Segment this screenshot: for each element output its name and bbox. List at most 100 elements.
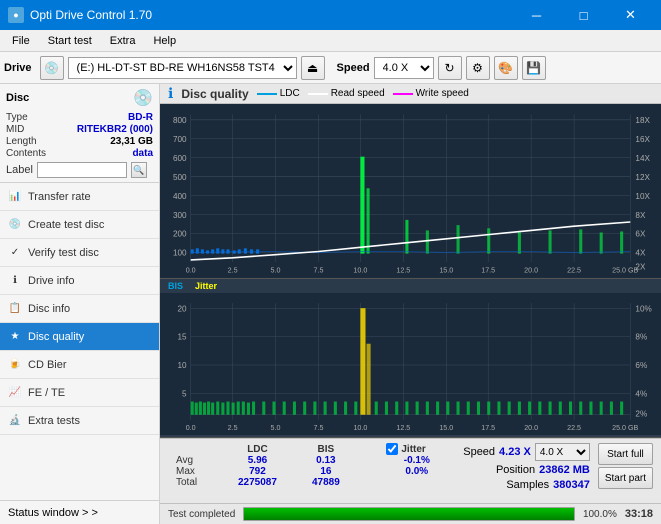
drive-select[interactable]: (E:) HL-DT-ST BD-RE WH16NS58 TST4 (68, 57, 297, 79)
disc-panel: Disc 💿 Type BD-R MID RITEKBR2 (000) Leng… (0, 84, 159, 183)
avg-jitter: -0.1% (378, 455, 455, 466)
svg-text:0.0: 0.0 (186, 424, 196, 432)
svg-text:16X: 16X (635, 134, 650, 144)
samples-label: Samples (506, 479, 549, 491)
chart-header-icon: ℹ (168, 85, 173, 102)
nav-create-test-disc[interactable]: 💿 Create test disc (0, 211, 159, 239)
max-label: Max (168, 466, 219, 477)
avg-bis: 0.13 (296, 455, 357, 466)
stats-table: LDC BIS Jitter Avg 5.9 (168, 443, 455, 488)
nav-disc-quality[interactable]: ★ Disc quality (0, 323, 159, 351)
speed-label: Speed (337, 62, 370, 74)
svg-text:2%: 2% (635, 410, 647, 419)
nav-disc-info[interactable]: 📋 Disc info (0, 295, 159, 323)
svg-text:5: 5 (182, 390, 187, 399)
bis-legend-label: BIS (168, 281, 183, 291)
max-ldc: 792 (219, 466, 295, 477)
svg-text:14X: 14X (635, 153, 650, 163)
avg-ldc: 5.96 (219, 455, 295, 466)
svg-text:800: 800 (173, 115, 187, 125)
start-part-button[interactable]: Start part (598, 467, 653, 489)
svg-text:20.0: 20.0 (524, 424, 538, 432)
legend-write-speed-color (393, 93, 413, 95)
svg-text:600: 600 (173, 153, 187, 163)
drive-icon-btn[interactable]: 💿 (40, 56, 64, 80)
stats-right-panel: Speed 4.23 X 4.0 X Position 23862 MB Sam… (463, 443, 590, 491)
disc-contents-label: Contents (6, 148, 46, 159)
nav-cd-bier[interactable]: 🍺 CD Bier (0, 351, 159, 379)
svg-text:25.0 GB: 25.0 GB (612, 266, 638, 275)
save-button[interactable]: 💾 (522, 56, 546, 80)
nav-extra-tests-label: Extra tests (28, 415, 80, 427)
nav-disc-quality-label: Disc quality (28, 331, 84, 343)
total-row: Total 2275087 47889 (168, 477, 455, 488)
svg-text:10.0: 10.0 (353, 424, 367, 432)
svg-text:20.0: 20.0 (524, 266, 538, 275)
svg-text:10%: 10% (635, 304, 651, 313)
nav-verify-test-disc-label: Verify test disc (28, 247, 99, 259)
speed-select[interactable]: 4.0 X 8.0 X (374, 57, 434, 79)
bottom-chart-area: BIS Jitter (160, 279, 661, 438)
svg-text:500: 500 (173, 172, 187, 182)
nav-create-test-disc-label: Create test disc (28, 219, 104, 231)
progress-bar-container (243, 507, 575, 521)
maximize-button[interactable]: □ (561, 0, 606, 30)
svg-text:25.0 GB: 25.0 GB (612, 424, 638, 432)
position-row: Position 23862 MB (496, 464, 590, 476)
svg-text:4%: 4% (635, 390, 647, 399)
nav-drive-info-label: Drive info (28, 275, 74, 287)
start-full-button[interactable]: Start full (598, 443, 653, 465)
create-test-disc-icon: 💿 (8, 218, 22, 232)
speed-stat-select[interactable]: 4.0 X (535, 443, 590, 461)
label-search-button[interactable]: 🔍 (131, 162, 147, 178)
time-display: 33:18 (625, 508, 653, 520)
menu-extra[interactable]: Extra (102, 33, 144, 49)
menu-bar: File Start test Extra Help (0, 30, 661, 52)
menu-file[interactable]: File (4, 33, 38, 49)
svg-text:700: 700 (173, 134, 187, 144)
refresh-button[interactable]: ↻ (438, 56, 462, 80)
disc-label-input[interactable] (37, 162, 127, 178)
position-value: 23862 MB (539, 464, 590, 476)
svg-text:2.5: 2.5 (228, 266, 238, 275)
transfer-rate-icon: 📊 (8, 190, 22, 204)
disc-info-icon: 📋 (8, 302, 22, 316)
menu-help[interactable]: Help (145, 33, 184, 49)
svg-text:0.0: 0.0 (186, 266, 196, 275)
svg-text:17.5: 17.5 (481, 266, 495, 275)
svg-text:22.5: 22.5 (567, 266, 581, 275)
top-chart-svg: 800 700 600 500 400 300 200 100 18X 16X … (160, 104, 661, 278)
samples-value: 380347 (553, 479, 590, 491)
color-button[interactable]: 🎨 (494, 56, 518, 80)
nav-extra-tests[interactable]: 🔬 Extra tests (0, 407, 159, 435)
disc-mid-row: MID RITEKBR2 (000) (6, 124, 153, 135)
legend-write-speed-label: Write speed (416, 88, 469, 99)
minimize-button[interactable]: ─ (514, 0, 559, 30)
svg-text:5.0: 5.0 (271, 266, 281, 275)
nav-fe-te[interactable]: 📈 FE / TE (0, 379, 159, 407)
disc-mid-value: RITEKBR2 (000) (77, 124, 153, 135)
total-label: Total (168, 477, 219, 488)
jitter-checkbox[interactable] (386, 443, 398, 455)
disc-title: Disc (6, 92, 29, 104)
close-button[interactable]: ✕ (608, 0, 653, 30)
toolbar: Drive 💿 (E:) HL-DT-ST BD-RE WH16NS58 TST… (0, 52, 661, 84)
nav-verify-test-disc[interactable]: ✓ Verify test disc (0, 239, 159, 267)
svg-text:200: 200 (173, 229, 187, 239)
legend-read-speed-label: Read speed (331, 88, 385, 99)
disc-panel-icon: 💿 (133, 88, 153, 108)
status-window-button[interactable]: Status window > > (0, 500, 159, 524)
disc-length-label: Length (6, 136, 37, 147)
disc-type-value: BD-R (128, 112, 153, 123)
eject-button[interactable]: ⏏ (301, 56, 325, 80)
max-row: Max 792 16 0.0% (168, 466, 455, 477)
nav-transfer-rate[interactable]: 📊 Transfer rate (0, 183, 159, 211)
disc-contents-value: data (132, 148, 153, 159)
svg-text:10.0: 10.0 (353, 266, 367, 275)
progress-percent: 100.0% (583, 509, 617, 520)
disc-type-row: Type BD-R (6, 112, 153, 123)
svg-text:12.5: 12.5 (396, 266, 410, 275)
settings-button[interactable]: ⚙ (466, 56, 490, 80)
nav-drive-info[interactable]: ℹ Drive info (0, 267, 159, 295)
menu-start-test[interactable]: Start test (40, 33, 100, 49)
